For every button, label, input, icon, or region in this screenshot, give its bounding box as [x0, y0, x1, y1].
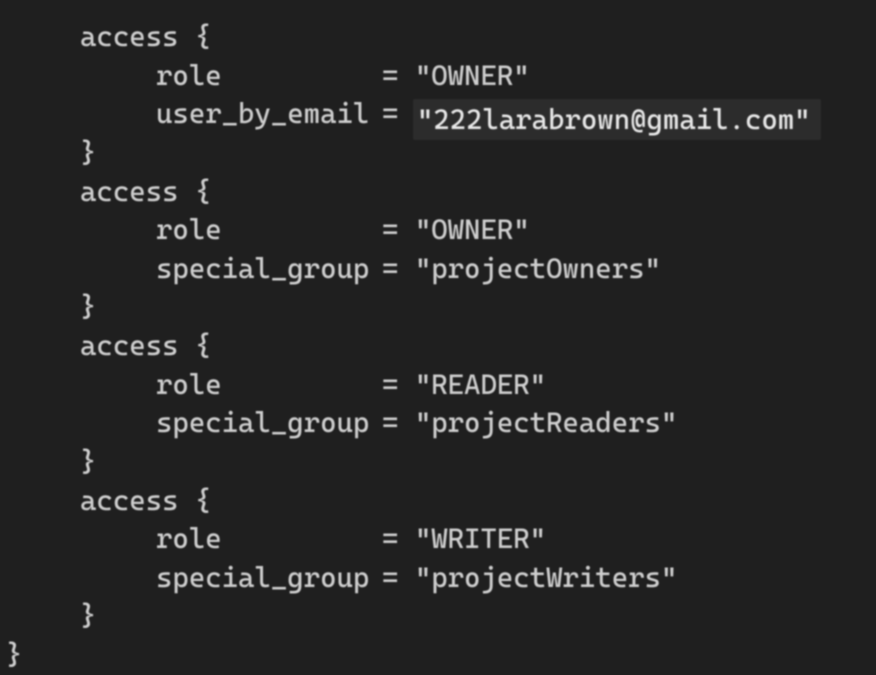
field-value: "WRITER": [415, 522, 546, 555]
equals-sign: =: [382, 561, 415, 594]
field-key: special_group: [156, 404, 382, 443]
code-line: role= "OWNER": [0, 57, 876, 96]
code-line: role= "WRITER": [0, 520, 876, 559]
field-key: role: [156, 57, 382, 96]
equals-sign: =: [382, 213, 415, 246]
access-block-header: access {: [0, 18, 876, 57]
field-value: "projectWriters": [415, 561, 678, 594]
code-line: role= "READER": [0, 366, 876, 405]
code-line: user_by_email= "222larabrown@gmail.com": [0, 95, 876, 134]
equals-sign: =: [382, 368, 415, 401]
field-key: role: [156, 366, 382, 405]
field-key: role: [156, 520, 382, 559]
access-block-header: access {: [0, 173, 876, 212]
code-line: special_group= "projectWriters": [0, 559, 876, 598]
equals-sign: =: [382, 522, 415, 555]
field-value: "OWNER": [415, 59, 530, 92]
field-key: user_by_email: [156, 95, 382, 134]
field-value: "projectReaders": [415, 406, 678, 439]
access-block-header: access {: [0, 482, 876, 521]
access-block-header: access {: [0, 327, 876, 366]
access-block-footer: }: [0, 597, 876, 636]
equals-sign: =: [382, 252, 415, 285]
field-value: "projectOwners": [415, 252, 661, 285]
closing-brace: }: [0, 636, 876, 675]
field-value: "222larabrown@gmail.com": [413, 99, 821, 140]
access-block-footer: }: [0, 443, 876, 482]
equals-sign: =: [382, 59, 415, 92]
code-line: special_group= "projectReaders": [0, 404, 876, 443]
equals-sign: =: [382, 97, 415, 130]
code-line: special_group= "projectOwners": [0, 250, 876, 289]
field-value: "OWNER": [415, 213, 530, 246]
field-key: special_group: [156, 559, 382, 598]
code-block: access {role= "OWNER"user_by_email= "222…: [0, 0, 876, 675]
access-block-footer: }: [0, 288, 876, 327]
equals-sign: =: [382, 406, 415, 439]
code-line: role= "OWNER": [0, 211, 876, 250]
field-value: "READER": [415, 368, 546, 401]
field-key: role: [156, 211, 382, 250]
field-key: special_group: [156, 250, 382, 289]
